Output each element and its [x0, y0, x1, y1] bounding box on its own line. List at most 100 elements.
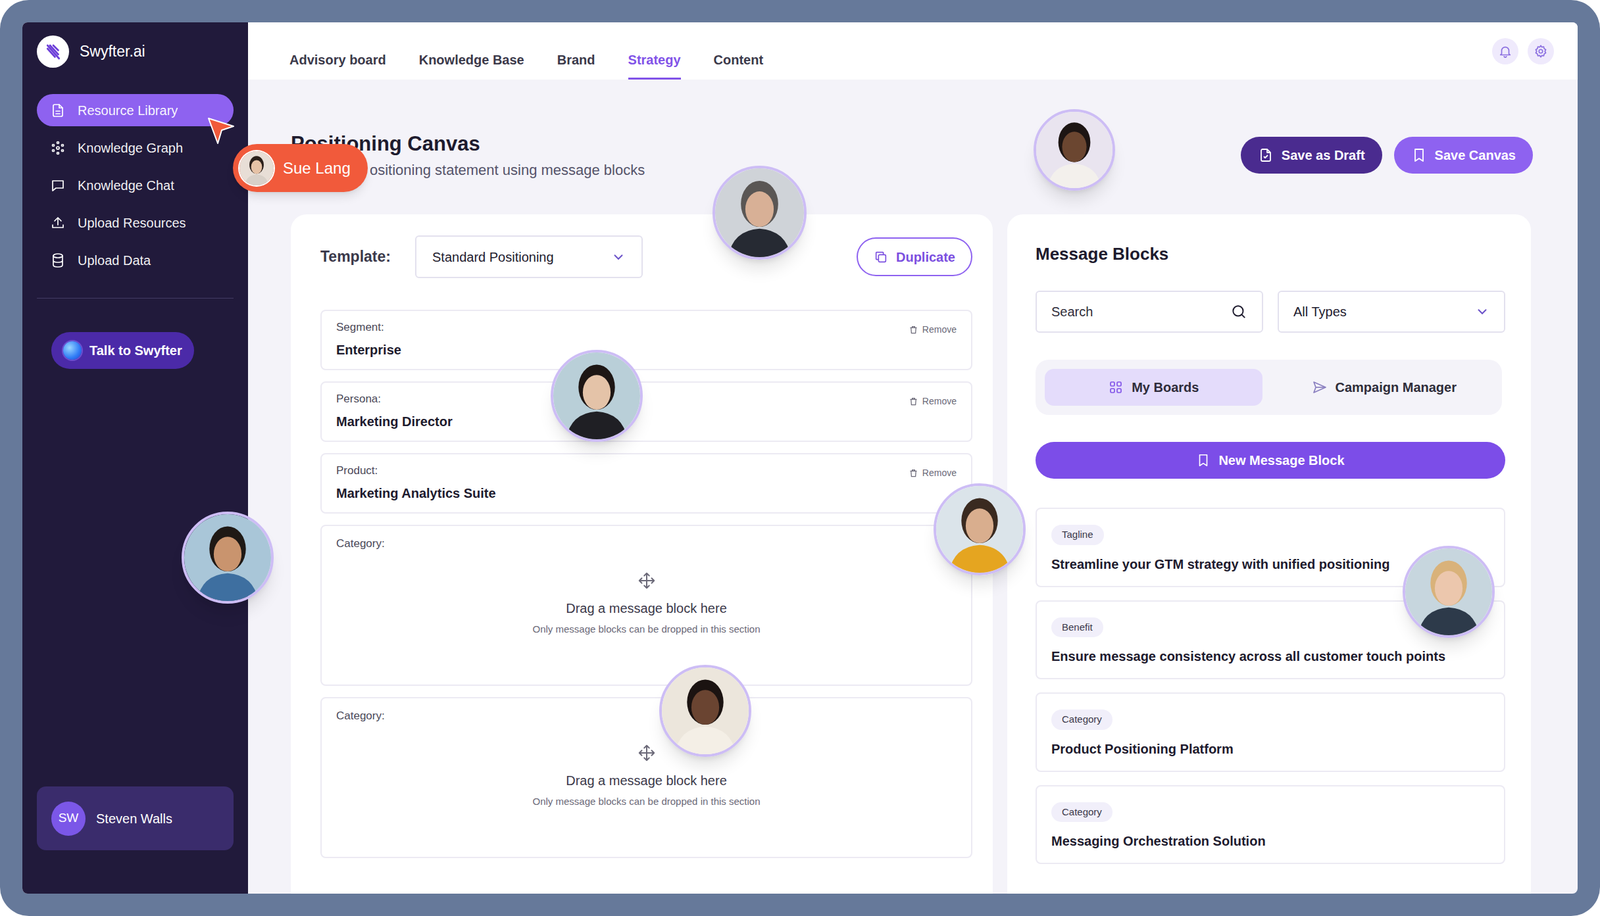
sidebar-nav: Resource Library Knowledge Graph Knowledge… [36, 94, 234, 277]
new-block-label: New Message Block [1218, 450, 1345, 471]
sidebar-item[interactable]: Knowledge Graph [36, 131, 234, 164]
message-block[interactable]: Category Messaging Orchestration Solution [1035, 785, 1506, 866]
duplicate-label: Duplicate [896, 247, 956, 268]
trash-icon [908, 468, 919, 479]
page-header: Positioning Canvas ositioning statement … [290, 130, 1533, 180]
drop-zone[interactable]: Category:Drag a message block hereOnly m… [320, 697, 973, 859]
main-area: Advisory board Knowledge Base Brand Strateg… [248, 22, 1578, 895]
tab-bar: Advisory board Knowledge Base Brand Strateg… [289, 50, 764, 80]
device-frame: Swyfter.ai Resource Library Knowledge Gra… [0, 0, 1600, 916]
cursor-icon [207, 117, 235, 147]
bell-icon[interactable] [1492, 38, 1519, 65]
field-label: Category: [336, 535, 957, 553]
chevron-down-icon [611, 250, 626, 265]
talk-button[interactable]: Talk to Swyfter [51, 332, 195, 370]
app-name: Swyfter.ai [79, 40, 146, 64]
tab[interactable]: Strategy [628, 50, 681, 80]
field-label: Persona: [336, 390, 453, 408]
user-avatar: SW [51, 801, 86, 837]
view-option[interactable]: Campaign Manager [1275, 369, 1494, 406]
assistant-icon [63, 341, 82, 360]
block-text: Ensure message consistency across all cu… [1051, 646, 1446, 667]
block-text: Streamline your GTM strategy with unifie… [1051, 554, 1390, 575]
database-icon [50, 252, 66, 269]
template-select[interactable]: Standard Positioning [415, 235, 643, 279]
sidebar-item[interactable]: Upload Data [36, 244, 234, 277]
user-card[interactable]: SW Steven Walls [36, 786, 234, 851]
collaborator-avatar [239, 151, 274, 186]
grid-icon [1107, 379, 1124, 396]
move-icon [636, 743, 657, 764]
duplicate-button[interactable]: Duplicate [856, 237, 973, 277]
field-label: Segment: [336, 319, 402, 337]
field-card[interactable]: Persona:Marketing DirectorRemove [320, 381, 973, 443]
sidebar: Swyfter.ai Resource Library Knowledge Gra… [22, 22, 249, 895]
new-block-button[interactable]: New Message Block [1035, 442, 1506, 479]
remove-button[interactable]: Remove [908, 323, 957, 337]
field-card[interactable]: Product:Marketing Analytics SuiteRemove [320, 453, 973, 514]
remove-button[interactable]: Remove [908, 466, 957, 481]
block-text: Messaging Orchestration Solution [1051, 831, 1266, 852]
canvas-card: Template: Standard Positioning Duplicate… [290, 214, 993, 895]
file-check-icon [1257, 147, 1274, 164]
collaborator-photo [550, 350, 643, 443]
sidebar-item-label: Knowledge Chat [77, 175, 175, 196]
save-draft-button[interactable]: Save as Draft [1240, 136, 1383, 174]
tab[interactable]: Advisory board [289, 50, 387, 80]
view-toggle: My Boards Campaign Manager [1035, 359, 1502, 416]
collaborator-photo [933, 483, 1026, 576]
move-icon [636, 571, 657, 591]
gear-icon[interactable] [1527, 38, 1554, 65]
sidebar-item[interactable]: Upload Resources [36, 206, 234, 239]
top-bar: Advisory board Knowledge Base Brand Strateg… [248, 22, 1578, 80]
workspace: Template: Standard Positioning Duplicate… [290, 214, 1533, 895]
template-value: Standard Positioning [432, 247, 554, 268]
send-icon [1311, 379, 1328, 396]
trash-icon [908, 325, 919, 335]
bookmark-icon [1411, 147, 1427, 164]
brand[interactable]: Swyfter.ai [36, 35, 234, 68]
remove-button[interactable]: Remove [908, 394, 957, 409]
block-tag: Tagline [1051, 525, 1104, 546]
field-list: Segment:EnterpriseRemove Persona:Marketin… [320, 309, 973, 859]
chevron-down-icon [1475, 304, 1490, 320]
collaborator-name: Sue Lang [282, 156, 351, 181]
search-icon [1230, 303, 1248, 321]
sidebar-item[interactable]: Knowledge Chat [36, 169, 234, 202]
trash-icon [908, 396, 919, 407]
field-label: Product: [336, 462, 497, 480]
tab[interactable]: Brand [557, 50, 596, 80]
search-field[interactable] [1035, 290, 1264, 333]
talk-label: Talk to Swyfter [89, 340, 183, 361]
view-label: My Boards [1131, 377, 1199, 398]
drop-hint: Drag a message block here [565, 771, 727, 791]
block-tag: Category [1051, 802, 1113, 824]
sidebar-item[interactable]: Resource Library [36, 94, 234, 127]
field-card[interactable]: Segment:EnterpriseRemove [320, 309, 973, 371]
remove-label: Remove [922, 466, 957, 481]
user-name: Steven Walls [96, 809, 173, 829]
tab[interactable]: Content [713, 50, 764, 80]
sidebar-item-label: Resource Library [77, 100, 178, 121]
sidebar-divider [36, 298, 234, 299]
message-block[interactable]: CategoryProduct Positioning Platform [1035, 692, 1506, 773]
type-filter[interactable]: All Types [1277, 290, 1506, 333]
drop-hint: Drag a message block here [565, 598, 727, 619]
copy-icon [873, 250, 889, 265]
tab[interactable]: Knowledge Base [419, 50, 525, 80]
save-canvas-button[interactable]: Save Canvas [1394, 136, 1533, 174]
chat-icon [50, 177, 66, 194]
bookmark-icon [1196, 453, 1211, 468]
document-icon [50, 102, 66, 119]
drop-zone[interactable]: Category: Drag a message block here Only m… [320, 525, 973, 687]
block-tag: Category [1051, 709, 1113, 731]
upload-icon [50, 215, 66, 231]
template-row: Template: Standard Positioning Duplicate [320, 235, 973, 279]
remove-label: Remove [922, 323, 957, 337]
sidebar-item-label: Knowledge Graph [77, 138, 183, 158]
app-window: Swyfter.ai Resource Library Knowledge Gra… [22, 22, 1578, 895]
search-input[interactable] [1051, 301, 1224, 322]
content: Positioning Canvas ositioning statement … [248, 79, 1578, 895]
view-option[interactable]: My Boards [1044, 369, 1263, 406]
drop-note: Only message blocks can be dropped in th… [532, 622, 760, 638]
